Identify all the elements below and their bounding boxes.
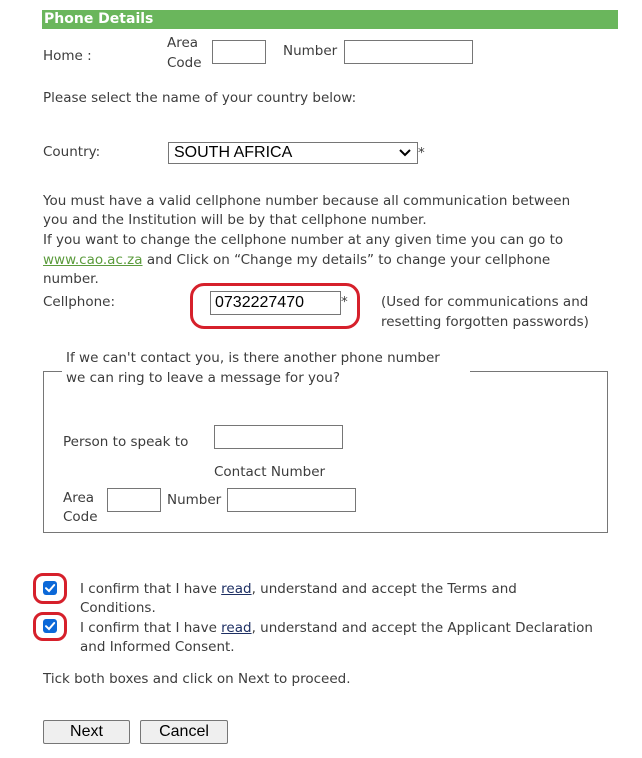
home-label: Home : (43, 48, 92, 64)
declaration-prefix: I confirm that I have (80, 620, 222, 636)
legend-line2: we can ring to leave a message for you? (66, 370, 341, 386)
cellphone-required-mark: * (341, 294, 348, 310)
cell-info-line5: number. (43, 271, 99, 287)
declaration-read-link[interactable]: read (221, 620, 251, 636)
cell-info-line1: You must have a valid cellphone number b… (43, 193, 571, 209)
terms-read-link[interactable]: read (221, 581, 251, 597)
alt-number-label: Number (167, 492, 222, 508)
declaration-line2: and Informed Consent. (80, 639, 235, 655)
home-area-code-input[interactable] (212, 40, 266, 64)
country-select[interactable]: SOUTH AFRICA (168, 142, 418, 164)
declaration-line1: I confirm that I have read, understand a… (80, 618, 593, 638)
alt-area-label-line1: Area (63, 490, 95, 506)
cell-info-line3: If you want to change the cellphone numb… (43, 232, 564, 248)
checkmark-icon (45, 622, 56, 631)
person-label: Person to speak to (63, 434, 189, 450)
terms-prefix: I confirm that I have (80, 581, 222, 597)
cell-info-line4-text: and Click on “Change my details” to chan… (142, 252, 551, 268)
cellphone-note-line2: resetting forgotten passwords) (381, 314, 589, 330)
country-label: Country: (43, 144, 101, 160)
person-input[interactable] (214, 425, 343, 449)
declaration-checkbox[interactable] (43, 619, 57, 633)
home-number-label: Number (283, 43, 338, 59)
contact-number-label: Contact Number (214, 464, 326, 480)
country-prompt: Please select the name of your country b… (43, 90, 357, 106)
terms-checkbox[interactable] (43, 581, 57, 595)
home-number-input[interactable] (344, 40, 473, 64)
cancel-button[interactable]: Cancel (140, 720, 228, 744)
next-button[interactable]: Next (43, 720, 130, 744)
terms-suffix: , understand and accept the Terms and (251, 581, 517, 597)
declaration-suffix: , understand and accept the Applicant De… (251, 620, 593, 636)
checkmark-icon (45, 584, 56, 593)
cellphone-note-line1: (Used for communications and (381, 294, 589, 310)
terms-line2: Conditions. (80, 600, 156, 616)
terms-line1: I confirm that I have read, understand a… (80, 579, 517, 599)
cao-website-link[interactable]: www.cao.ac.za (43, 252, 143, 268)
alt-area-label-line2: Code (63, 509, 98, 525)
alt-number-input[interactable] (227, 488, 356, 512)
cellphone-label: Cellphone: (43, 294, 116, 310)
cell-info-line2: you and the Institution will be by that … (43, 212, 427, 228)
country-required-mark: * (418, 145, 425, 161)
alternate-contact-legend: If we can't contact you, is there anothe… (62, 348, 470, 388)
area-code-label-line1: Area (167, 35, 199, 51)
instruction-text: Tick both boxes and click on Next to pro… (43, 671, 351, 687)
cellphone-input[interactable] (210, 291, 341, 315)
cell-info-line4: www.cao.ac.za and Click on “Change my de… (43, 250, 550, 270)
chevron-down-icon (399, 149, 411, 157)
section-title: Phone Details (42, 10, 618, 29)
area-code-label-line2: Code (167, 55, 202, 71)
country-selected-value: SOUTH AFRICA (174, 144, 293, 161)
legend-line1: If we can't contact you, is there anothe… (66, 350, 440, 366)
alt-area-code-input[interactable] (107, 488, 161, 512)
